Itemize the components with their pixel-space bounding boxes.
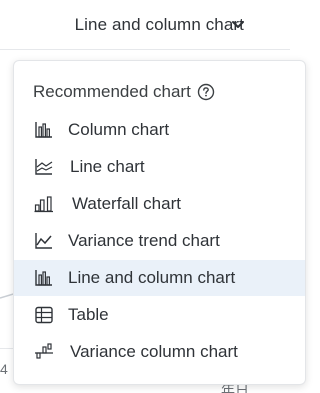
chart-type-menu: Recommended chart Column chart Line char… <box>13 60 306 385</box>
table-icon <box>35 306 53 324</box>
variance-column-chart-icon <box>35 343 53 359</box>
menu-item-label: Line chart <box>70 157 145 176</box>
line-and-column-chart-icon <box>35 270 52 286</box>
line-chart-icon <box>35 159 53 175</box>
menu-item-label: Waterfall chart <box>72 194 181 213</box>
waterfall-chart-icon <box>34 196 53 213</box>
menu-item-variance-trend-chart[interactable]: Variance trend chart <box>14 223 305 259</box>
menu-item-table[interactable]: Table <box>14 297 305 333</box>
menu-item-variance-column-chart[interactable]: Variance column chart <box>14 334 305 370</box>
menu-item-label: Variance column chart <box>70 342 238 361</box>
menu-item-line-and-column-chart[interactable]: Line and column chart <box>14 260 305 296</box>
menu-header: Recommended chart <box>33 81 215 103</box>
question-circle-icon[interactable] <box>197 83 215 101</box>
menu-header-label: Recommended chart <box>33 82 191 101</box>
background-axis-tick: 4 <box>0 361 8 377</box>
chart-type-dropdown-label: Line and column chart <box>74 14 244 34</box>
chart-type-dropdown[interactable]: Line and column chart <box>0 0 290 50</box>
menu-item-label: Column chart <box>68 120 170 139</box>
chevron-down-icon <box>232 21 244 28</box>
column-chart-icon <box>35 122 52 138</box>
menu-item-label: Variance trend chart <box>68 231 220 250</box>
menu-item-line-chart[interactable]: Line chart <box>14 149 305 185</box>
menu-item-label: Table <box>68 305 109 324</box>
chart-type-picker: 4 年日 Line and column chart Recommended c… <box>0 0 306 393</box>
menu-item-label: Line and column chart <box>68 268 236 287</box>
variance-trend-chart-icon <box>35 233 52 249</box>
menu-item-column-chart[interactable]: Column chart <box>14 112 305 148</box>
menu-item-waterfall-chart[interactable]: Waterfall chart <box>14 186 305 222</box>
